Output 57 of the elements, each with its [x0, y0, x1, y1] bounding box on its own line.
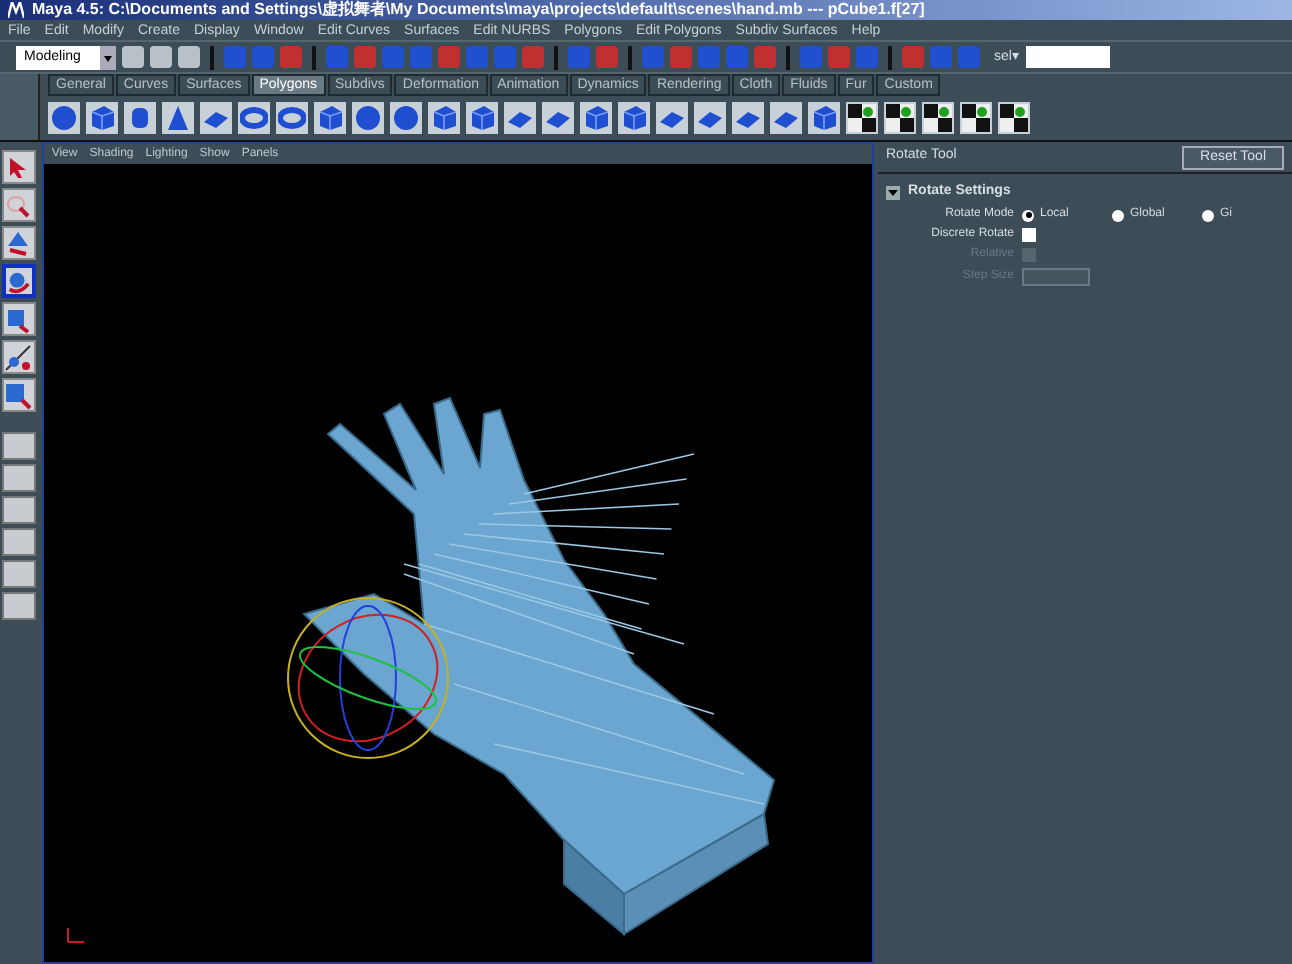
- checker-icon: [1000, 104, 1028, 132]
- scale-icon: [4, 305, 33, 333]
- radio-button[interactable]: [1022, 209, 1034, 221]
- caret-icon: [100, 45, 116, 69]
- checker-icon: [962, 104, 990, 132]
- cube-icon: [88, 104, 116, 132]
- sphere-icon: [392, 104, 420, 132]
- shelf-button[interactable]: [922, 102, 954, 134]
- checker-icon: [886, 104, 914, 132]
- cylinder-icon: [126, 104, 154, 132]
- toolbar-icon[interactable]: [150, 46, 172, 68]
- layout-button[interactable]: [1, 560, 36, 588]
- torus-icon: [240, 104, 268, 132]
- shelf-button[interactable]: [960, 102, 992, 134]
- layout-button[interactable]: [1, 528, 36, 556]
- shelf-button[interactable]: [884, 102, 916, 134]
- layout-button[interactable]: [1, 496, 36, 524]
- sphere-icon: [354, 104, 382, 132]
- tool-button[interactable]: [1, 188, 36, 222]
- tool-button[interactable]: [1, 264, 36, 298]
- cube-icon: [316, 104, 344, 132]
- layout-button[interactable]: [1, 592, 36, 620]
- rotate-icon: [5, 267, 32, 295]
- shelf-button[interactable]: [998, 102, 1030, 134]
- toolbar-icon[interactable]: [122, 46, 144, 68]
- cube-tool-icon: [4, 381, 33, 409]
- checker-icon: [924, 104, 952, 132]
- window-title: Maya 4.5: C:\Documents and Settings\虚拟舞者\My Documents\maya\projects\default\scenes\hand.mb --- pCube1.f[27]: [32, 2, 925, 18]
- app-logo-icon: [8, 2, 24, 18]
- cube-icon: [620, 104, 648, 132]
- input-field[interactable]: [1025, 46, 1110, 68]
- tool-button[interactable]: [1, 150, 36, 184]
- tool-button[interactable]: [1, 226, 36, 260]
- input-field[interactable]: [1022, 267, 1090, 285]
- cube-icon: [430, 104, 458, 132]
- tool-button[interactable]: [1, 340, 36, 374]
- checker-icon: [848, 104, 876, 132]
- radio-button[interactable]: [1112, 209, 1124, 221]
- sphere-icon: [50, 104, 78, 132]
- shelf-button[interactable]: [846, 102, 878, 134]
- move-icon: [4, 229, 33, 257]
- radio-button[interactable]: [1202, 209, 1214, 221]
- toolbar-icon[interactable]: [178, 46, 200, 68]
- cube-icon: [810, 104, 838, 132]
- tool-button[interactable]: [1, 302, 36, 336]
- torus-icon: [278, 104, 306, 132]
- collapse-icon[interactable]: [886, 185, 900, 200]
- layout-button[interactable]: [1, 432, 36, 460]
- manipulator-icon: [4, 343, 33, 371]
- checkbox[interactable]: [1022, 228, 1036, 242]
- tool-button[interactable]: [1, 378, 36, 412]
- cube-icon: [468, 104, 496, 132]
- cube-icon: [582, 104, 610, 132]
- cone-icon: [164, 104, 192, 132]
- axis-icon: [63, 926, 88, 946]
- layout-button[interactable]: [1, 464, 36, 492]
- lasso-icon: [4, 191, 33, 219]
